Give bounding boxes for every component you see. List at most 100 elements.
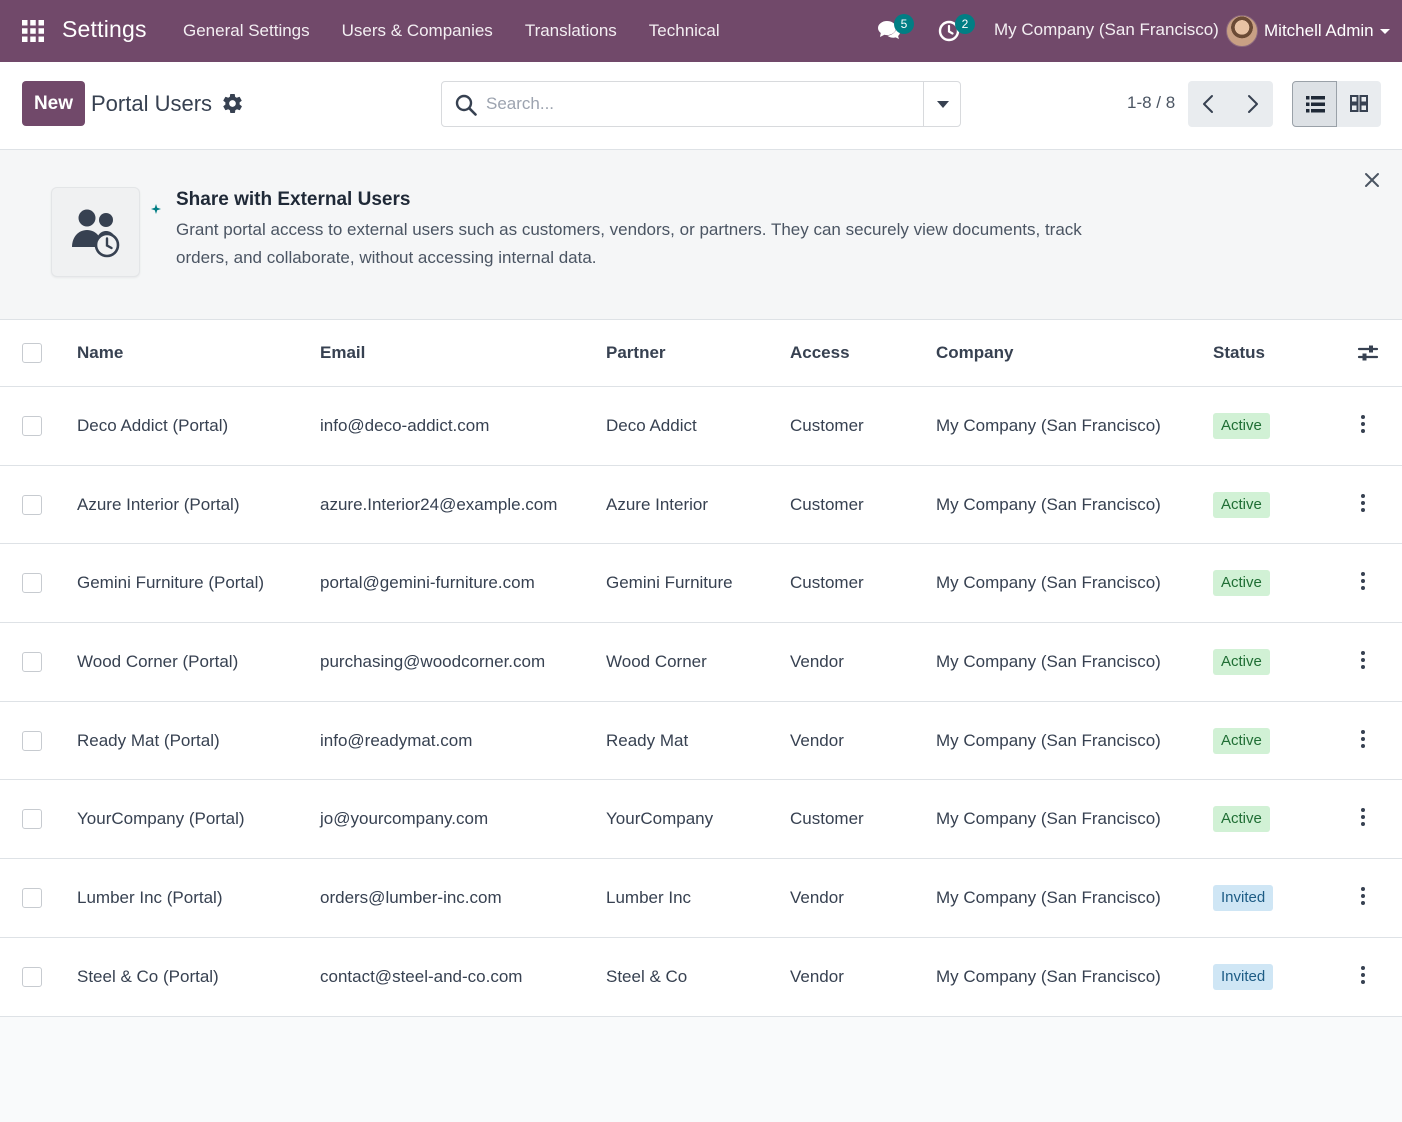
kebab-menu-icon[interactable]: [1355, 964, 1371, 986]
table-row[interactable]: Wood Corner (Portal) purchasing@woodcorn…: [0, 623, 1402, 702]
cell-partner[interactable]: Ready Mat: [606, 702, 688, 780]
cell-company[interactable]: My Company (San Francisco): [936, 466, 1161, 544]
row-checkbox[interactable]: [22, 730, 42, 751]
cell-access[interactable]: Vendor: [790, 623, 844, 701]
pager-value[interactable]: 1-8 / 8: [1127, 93, 1175, 113]
row-select-cell: [22, 780, 42, 858]
cell-name[interactable]: Gemini Furniture (Portal): [77, 544, 264, 622]
cell-company[interactable]: My Company (San Francisco): [936, 544, 1161, 622]
cell-company[interactable]: My Company (San Francisco): [936, 859, 1161, 937]
column-header-email[interactable]: Email: [320, 320, 365, 386]
app-grid-icon[interactable]: [22, 20, 44, 42]
menu-technical[interactable]: Technical: [633, 0, 736, 62]
cell-access[interactable]: Vendor: [790, 938, 844, 1016]
search-input[interactable]: [486, 90, 906, 118]
kebab-menu-icon[interactable]: [1355, 492, 1371, 514]
table-row[interactable]: Azure Interior (Portal) azure.Interior24…: [0, 465, 1402, 545]
kanban-view-button[interactable]: [1337, 81, 1381, 127]
row-checkbox[interactable]: [22, 415, 42, 436]
activities-count-badge: 2: [955, 14, 975, 34]
user-menu[interactable]: Mitchell Admin: [1226, 14, 1390, 48]
cell-access[interactable]: Customer: [790, 466, 864, 544]
table-row[interactable]: Ready Mat (Portal) info@readymat.com Rea…: [0, 701, 1402, 781]
cell-partner[interactable]: Deco Addict: [606, 387, 697, 465]
optional-columns-toggle[interactable]: [1357, 320, 1379, 386]
previous-page-button[interactable]: [1188, 81, 1230, 127]
cell-name[interactable]: Azure Interior (Portal): [77, 466, 240, 544]
cell-company[interactable]: My Company (San Francisco): [936, 780, 1161, 858]
new-button[interactable]: New: [22, 81, 85, 126]
cell-email[interactable]: info@deco-addict.com: [320, 387, 489, 465]
search-options-toggle[interactable]: [923, 82, 960, 126]
company-switcher[interactable]: My Company (San Francisco): [994, 20, 1219, 40]
select-all-cell: [22, 320, 42, 386]
cell-access[interactable]: Vendor: [790, 859, 844, 937]
column-header-access[interactable]: Access: [790, 320, 850, 386]
row-checkbox[interactable]: [22, 809, 42, 830]
cell-partner[interactable]: Lumber Inc: [606, 859, 691, 937]
row-checkbox[interactable]: [22, 887, 42, 908]
row-checkbox[interactable]: [22, 966, 42, 987]
row-checkbox[interactable]: [22, 494, 42, 515]
column-header-status[interactable]: Status: [1213, 320, 1265, 386]
cell-name[interactable]: Deco Addict (Portal): [77, 387, 228, 465]
users-clock-icon: [72, 209, 120, 258]
cell-partner[interactable]: Azure Interior: [606, 466, 708, 544]
table-row[interactable]: Gemini Furniture (Portal) portal@gemini-…: [0, 544, 1402, 624]
cell-access[interactable]: Customer: [790, 544, 864, 622]
status-badge: Active: [1213, 412, 1270, 439]
table-row[interactable]: Steel & Co (Portal) contact@steel-and-co…: [0, 937, 1402, 1017]
menu-users-companies[interactable]: Users & Companies: [326, 0, 509, 62]
kebab-menu-icon[interactable]: [1355, 806, 1371, 828]
kebab-menu-icon[interactable]: [1355, 728, 1371, 750]
cell-email[interactable]: contact@steel-and-co.com: [320, 938, 522, 1016]
table-row[interactable]: Deco Addict (Portal) info@deco-addict.co…: [0, 387, 1402, 466]
app-title[interactable]: Settings: [62, 16, 147, 43]
cell-company[interactable]: My Company (San Francisco): [936, 623, 1161, 701]
cell-partner[interactable]: Gemini Furniture: [606, 544, 733, 622]
table-row[interactable]: YourCompany (Portal) jo@yourcompany.com …: [0, 780, 1402, 860]
column-header-name[interactable]: Name: [77, 320, 123, 386]
menu-general-settings[interactable]: General Settings: [167, 0, 326, 62]
cell-name[interactable]: YourCompany (Portal): [77, 780, 245, 858]
list-view-button[interactable]: [1292, 81, 1337, 127]
cell-name[interactable]: Lumber Inc (Portal): [77, 859, 223, 937]
cell-email[interactable]: orders@lumber-inc.com: [320, 859, 502, 937]
row-checkbox[interactable]: [22, 573, 42, 594]
gear-icon[interactable]: [223, 94, 242, 113]
cell-partner[interactable]: Steel & Co: [606, 938, 687, 1016]
kebab-menu-icon[interactable]: [1355, 649, 1371, 671]
kebab-menu-icon[interactable]: [1355, 885, 1371, 907]
row-checkbox[interactable]: [22, 651, 42, 672]
cell-email[interactable]: purchasing@woodcorner.com: [320, 623, 545, 701]
cell-partner[interactable]: YourCompany: [606, 780, 713, 858]
row-select-cell: [22, 544, 42, 622]
cell-access[interactable]: Customer: [790, 387, 864, 465]
column-header-company[interactable]: Company: [936, 320, 1013, 386]
cell-email[interactable]: info@readymat.com: [320, 702, 472, 780]
cell-access[interactable]: Customer: [790, 780, 864, 858]
cell-status: Active: [1213, 702, 1270, 780]
cell-company[interactable]: My Company (San Francisco): [936, 938, 1161, 1016]
kebab-menu-icon[interactable]: [1355, 413, 1371, 435]
close-icon[interactable]: [1363, 171, 1381, 189]
menu-translations[interactable]: Translations: [509, 0, 633, 62]
next-page-button[interactable]: [1231, 81, 1273, 127]
messages-button[interactable]: 5: [876, 14, 914, 46]
cell-name[interactable]: Ready Mat (Portal): [77, 702, 220, 780]
cell-email[interactable]: azure.Interior24@example.com: [320, 466, 557, 544]
cell-access[interactable]: Vendor: [790, 702, 844, 780]
table-row[interactable]: Lumber Inc (Portal) orders@lumber-inc.co…: [0, 859, 1402, 938]
activities-button[interactable]: 2: [937, 14, 975, 46]
cell-company[interactable]: My Company (San Francisco): [936, 702, 1161, 780]
cell-email[interactable]: portal@gemini-furniture.com: [320, 544, 535, 622]
cell-name[interactable]: Steel & Co (Portal): [77, 938, 219, 1016]
select-all-checkbox[interactable]: [22, 343, 42, 363]
caret-down-icon: [1379, 28, 1390, 34]
cell-partner[interactable]: Wood Corner: [606, 623, 707, 701]
cell-company[interactable]: My Company (San Francisco): [936, 387, 1161, 465]
cell-email[interactable]: jo@yourcompany.com: [320, 780, 488, 858]
cell-name[interactable]: Wood Corner (Portal): [77, 623, 238, 701]
kebab-menu-icon[interactable]: [1355, 570, 1371, 592]
column-header-partner[interactable]: Partner: [606, 320, 666, 386]
